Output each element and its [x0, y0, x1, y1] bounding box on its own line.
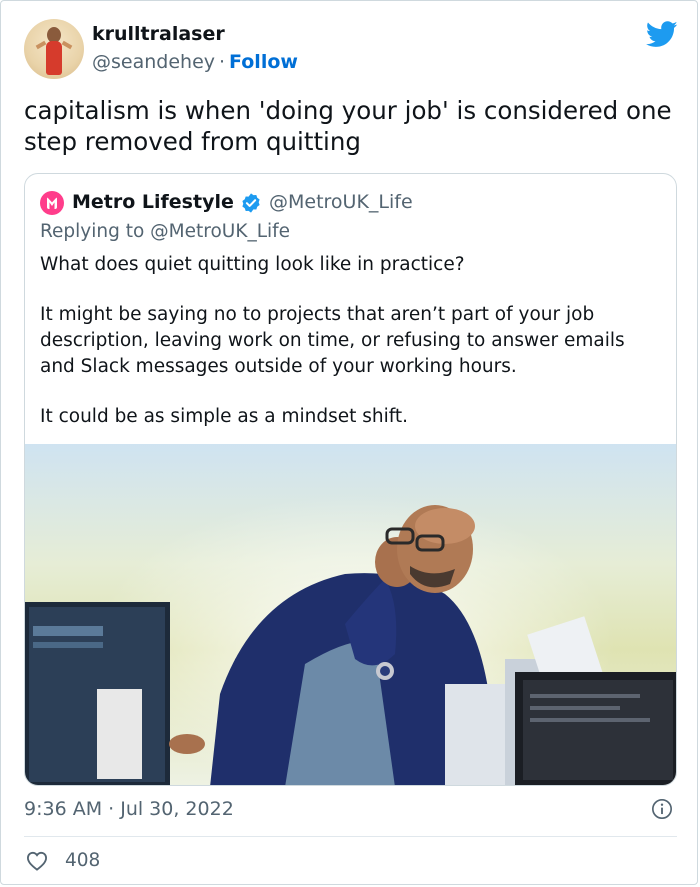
quoted-author-name: Metro Lifestyle	[72, 191, 234, 213]
like-count: 408	[65, 850, 101, 871]
tweet-timestamp[interactable]: 9:36 AM · Jul 30, 2022	[24, 798, 234, 820]
tweet-text: capitalism is when 'doing your job' is c…	[24, 96, 672, 156]
quoted-tweet-photo[interactable]	[25, 444, 677, 786]
quoted-tweet-text: What does quiet quitting look like in pr…	[40, 252, 660, 454]
quoted-paragraph: What does quiet quitting look like in pr…	[40, 254, 465, 275]
divider	[24, 836, 677, 837]
metro-logo-avatar	[40, 191, 64, 215]
author-name[interactable]: krulltralaser	[92, 23, 225, 45]
quoted-paragraph: It might be saying no to projects that a…	[40, 304, 625, 377]
verified-badge-icon	[242, 193, 260, 213]
quoted-tweet[interactable]: Metro Lifestyle @MetroUK_Life Replying t…	[24, 173, 677, 786]
info-icon[interactable]	[651, 798, 673, 820]
avatar-figure-arm	[61, 40, 73, 50]
author-handle[interactable]: @seandehey	[92, 51, 215, 73]
replying-to-label: Replying to @MetroUK_Life	[40, 221, 291, 242]
avatar-figure-arm	[35, 40, 47, 50]
embedded-tweet-card: krulltralaser @seandehey · Follow capitali…	[0, 0, 698, 885]
twitter-bird-icon[interactable]	[646, 21, 678, 48]
avatar-figure-body	[46, 41, 62, 75]
follow-link[interactable]: Follow	[229, 51, 298, 73]
quoted-paragraph: It could be as simple as a mindset shift…	[40, 406, 409, 427]
quoted-author-handle: @MetroUK_Life	[269, 191, 413, 213]
heart-icon[interactable]	[26, 851, 48, 871]
separator-dot: ·	[219, 51, 226, 73]
author-avatar[interactable]	[24, 19, 84, 79]
author-handle-line: @seandehey · Follow	[92, 51, 298, 73]
